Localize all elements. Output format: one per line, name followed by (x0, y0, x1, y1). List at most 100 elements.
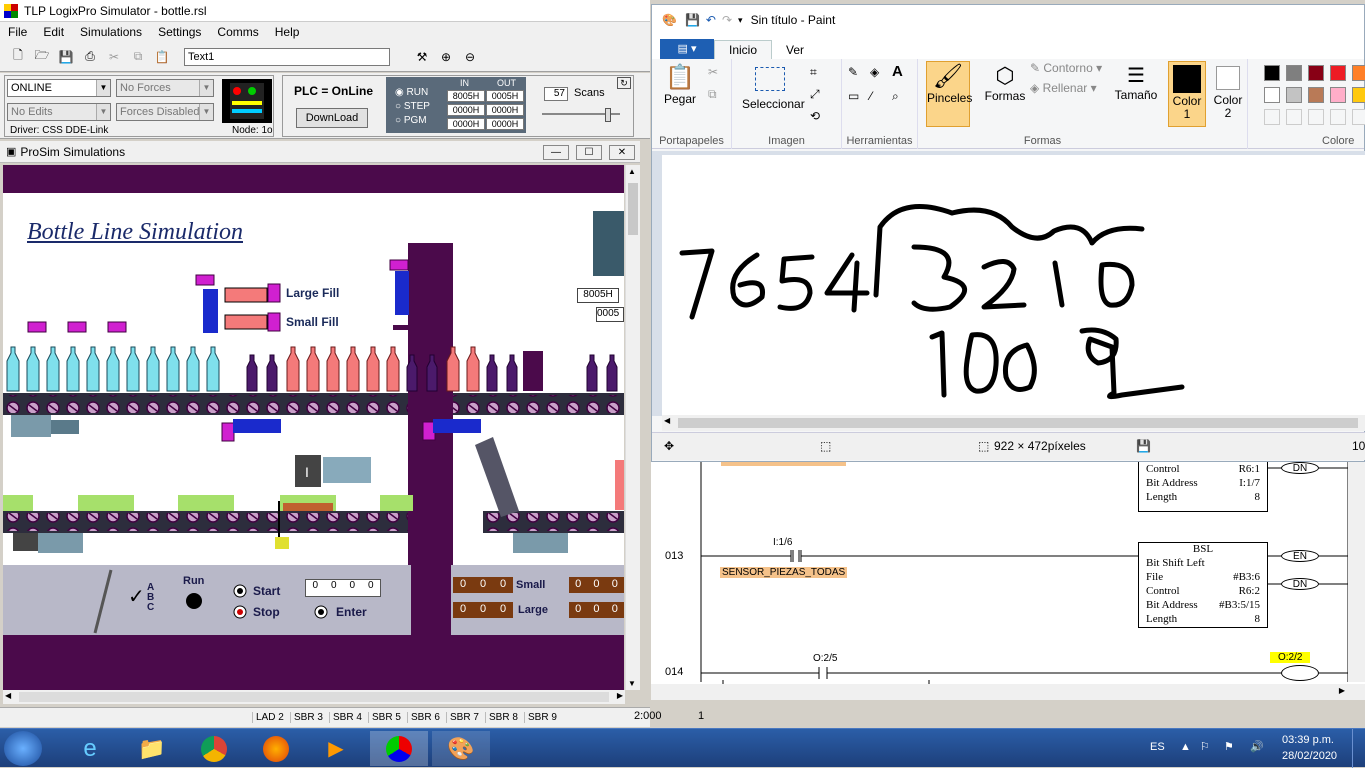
menu-help[interactable]: Help (267, 25, 308, 39)
undo-icon[interactable]: ↶ (706, 13, 716, 27)
tab-sbr4[interactable]: SBR 4 (329, 712, 365, 723)
forces-select[interactable]: No Forces ▼ (116, 79, 214, 97)
print-icon[interactable]: ⎙ (80, 47, 100, 67)
quick-access-dropdown-icon[interactable]: ▾ (738, 15, 743, 26)
fill-bucket-icon[interactable]: ◈ (870, 65, 879, 79)
forces-state-select[interactable]: Forces Disabled ▼ (116, 103, 214, 121)
text-field[interactable]: Text1 (184, 47, 390, 66)
scroll-right-icon[interactable]: ▶ (617, 691, 623, 700)
mode-select[interactable]: ONLINE ▼ (7, 79, 111, 97)
palette-swatch[interactable] (1352, 87, 1365, 103)
zoom-out-icon[interactable]: ⊖ (460, 47, 480, 67)
tab-sbr3[interactable]: SBR 3 (290, 712, 326, 723)
edits-select[interactable]: No Edits ▼ (7, 103, 111, 121)
internet-explorer-icon[interactable]: e (62, 731, 118, 766)
contact-address[interactable]: I:1/6 (773, 537, 792, 548)
file-explorer-icon[interactable]: 📁 (124, 731, 180, 766)
download-button[interactable]: DownLoad (296, 108, 368, 128)
refresh-icon[interactable]: ↻ (617, 77, 631, 89)
magnifier-icon[interactable]: ⌕ (892, 89, 899, 104)
step-radio[interactable]: ○ STEP (395, 100, 430, 114)
stop-button[interactable] (233, 606, 247, 620)
contact-address[interactable]: O:2/5 (813, 653, 837, 664)
open-folder-icon[interactable]: 🗁 (32, 47, 52, 67)
save-icon[interactable]: 💾 (56, 47, 76, 67)
show-hidden-icons[interactable]: ▲ (1180, 741, 1191, 753)
menu-edit[interactable]: Edit (35, 25, 72, 39)
paste-icon[interactable]: 📋 (152, 47, 172, 67)
logixpro-taskbar-icon[interactable] (370, 731, 428, 766)
pgm-radio[interactable]: ○ PGM (395, 114, 430, 128)
palette-swatch[interactable] (1330, 109, 1346, 125)
thumbwheel-input[interactable]: 0 0 0 0 (305, 579, 381, 597)
enter-button[interactable] (314, 606, 328, 620)
vertical-scrollbar[interactable]: ▲ ▼ (625, 165, 640, 690)
select-button[interactable]: Seleccionar (742, 67, 805, 111)
hammer-tool-icon[interactable]: ⚒ (412, 47, 432, 67)
run-mode-radios[interactable]: ◉ RUN ○ STEP ○ PGM (395, 86, 430, 128)
clock-time[interactable]: 03:39 p.m. (1282, 734, 1334, 746)
paste-button[interactable]: 📋 Pegar (660, 63, 700, 106)
outline-button[interactable]: ✎ Contorno ▾ (1030, 61, 1102, 75)
palette-swatch[interactable] (1264, 65, 1280, 81)
bsl-block-prev[interactable]: Control R6:1 Bit Address I:1/7 Length 8 (1138, 462, 1268, 512)
resize-icon[interactable]: ⤢ (810, 87, 820, 102)
scroll-thumb[interactable] (19, 692, 609, 702)
chrome-icon[interactable] (186, 731, 242, 766)
scroll-up-icon[interactable]: ▲ (628, 167, 636, 176)
horizontal-scrollbar[interactable]: ◀ ▶ (3, 690, 625, 704)
ladder-hscrollbar[interactable]: ▶ (651, 684, 1365, 700)
crop-icon[interactable]: ⌗ (810, 65, 817, 80)
maximize-button[interactable]: ☐ (576, 145, 602, 160)
shapes-button[interactable]: ⬡ Formas (980, 63, 1030, 103)
selector-switch-icon[interactable]: ✓ (128, 584, 145, 609)
palette-swatch[interactable] (1308, 87, 1324, 103)
paint-taskbar-icon[interactable]: 🎨 (432, 731, 490, 766)
cut-icon[interactable]: ✂ (708, 65, 718, 79)
palette-swatch[interactable] (1308, 109, 1324, 125)
show-desktop-button[interactable] (1352, 729, 1365, 768)
menu-simulations[interactable]: Simulations (72, 25, 150, 39)
scroll-left-icon[interactable]: ◀ (5, 691, 11, 700)
color-picker-icon[interactable]: ⁄ (870, 89, 872, 103)
thumb-digit[interactable]: 0 (362, 580, 381, 596)
palette-swatch[interactable] (1286, 65, 1302, 81)
copy-icon[interactable]: ⧉ (128, 47, 148, 67)
volume-icon[interactable]: 🔊 (1250, 740, 1264, 753)
scroll-thumb[interactable] (678, 418, 1358, 428)
canvas-hscrollbar[interactable]: ◀ (662, 415, 1365, 431)
output-coil[interactable] (1281, 665, 1319, 681)
scroll-thumb[interactable] (628, 183, 638, 235)
palette-swatch[interactable] (1352, 109, 1365, 125)
tab-lad2[interactable]: LAD 2 (252, 712, 287, 723)
thumb-digit[interactable]: 0 (343, 580, 362, 596)
start-button[interactable] (4, 731, 42, 766)
palette-swatch[interactable] (1330, 87, 1346, 103)
coil-address[interactable]: O:2/2 (1270, 652, 1311, 663)
palette-swatch[interactable] (1264, 109, 1280, 125)
palette-swatch[interactable] (1330, 65, 1346, 81)
thumb-digit[interactable]: 0 (306, 580, 325, 596)
file-menu-button[interactable]: ▤ ▾ (660, 39, 714, 59)
redo-icon[interactable]: ↷ (722, 13, 732, 27)
scroll-right-icon[interactable]: ▶ (1339, 686, 1345, 695)
bsl-block[interactable]: BSL Bit Shift Left File #B3:6 Control R6:2… (1138, 542, 1268, 628)
save-icon[interactable]: 💾 (685, 13, 700, 27)
menu-comms[interactable]: Comms (209, 25, 266, 39)
menu-file[interactable]: File (0, 25, 35, 39)
zoom-in-icon[interactable]: ⊕ (436, 47, 456, 67)
thumb-digit[interactable]: 0 (325, 580, 344, 596)
clock-date[interactable]: 28/02/2020 (1282, 750, 1337, 762)
text-tool-icon[interactable]: A (892, 63, 903, 80)
language-indicator[interactable]: ES (1150, 741, 1165, 753)
media-player-icon[interactable]: ▶ (308, 731, 364, 766)
tab-sbr5[interactable]: SBR 5 (368, 712, 404, 723)
scroll-down-icon[interactable]: ▼ (628, 679, 636, 688)
palette-swatch[interactable] (1286, 109, 1302, 125)
action-center-icon[interactable]: ⚑ (1224, 740, 1234, 753)
size-button[interactable]: ☰ Tamaño (1114, 63, 1158, 102)
network-icon[interactable]: ⚐ (1200, 740, 1210, 753)
tab-sbr8[interactable]: SBR 8 (485, 712, 521, 723)
eraser-icon[interactable]: ▭ (848, 89, 859, 103)
new-file-icon[interactable]: 🗋 (8, 47, 28, 67)
